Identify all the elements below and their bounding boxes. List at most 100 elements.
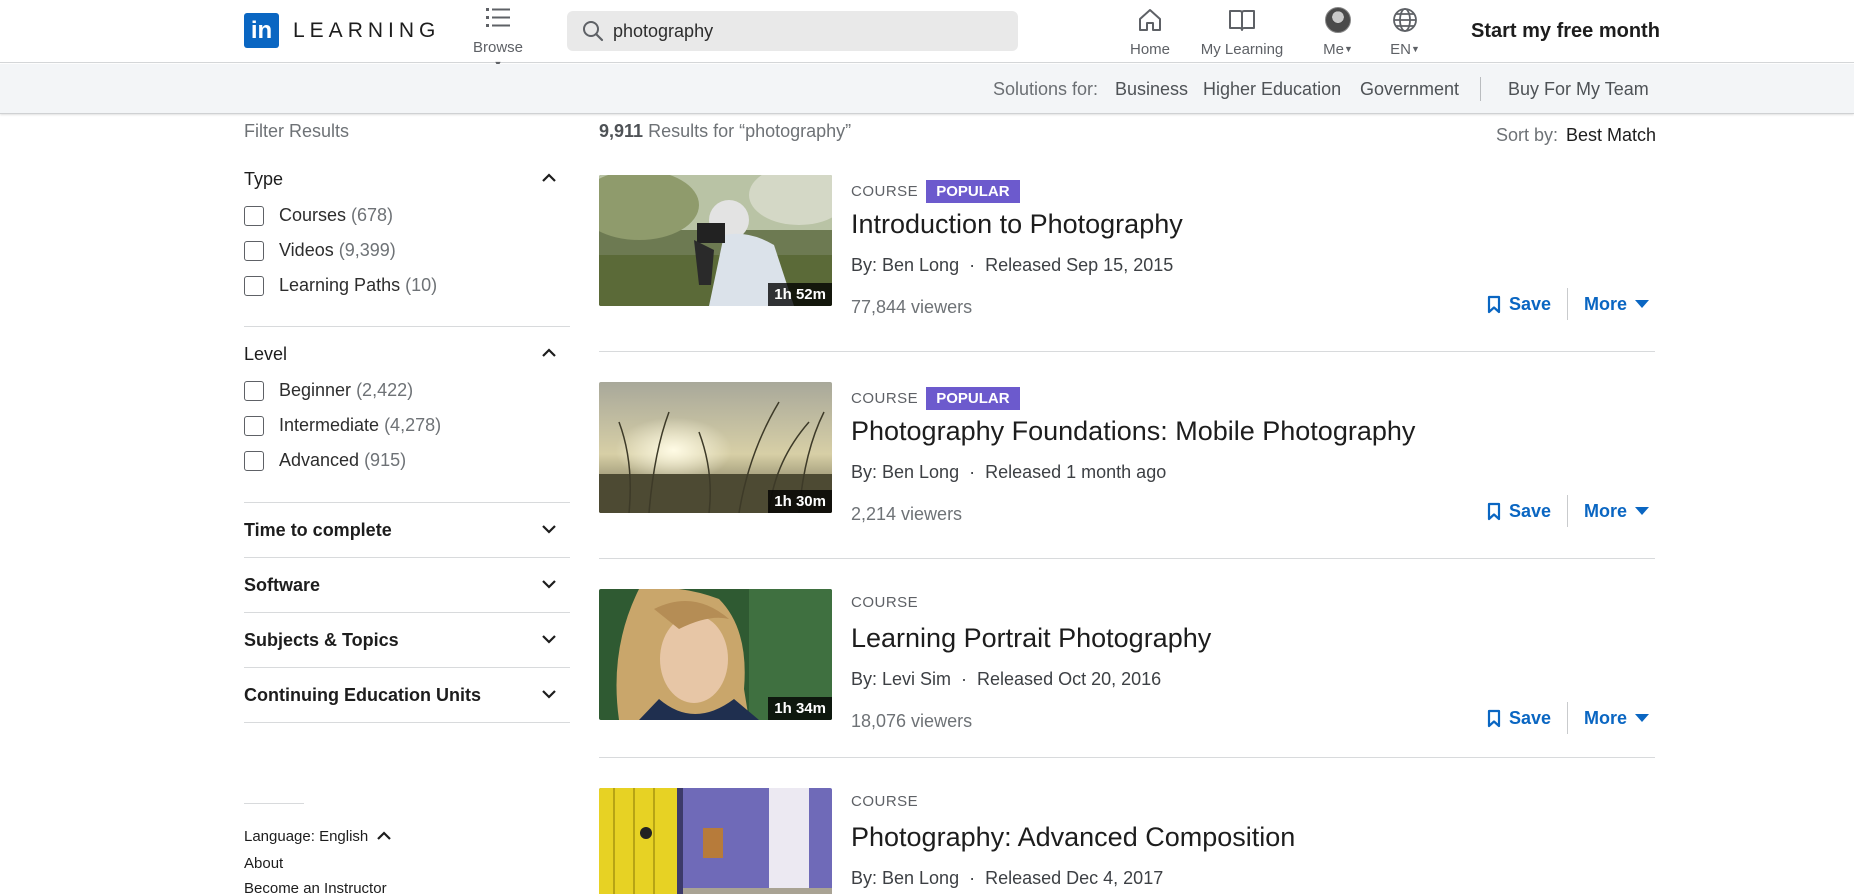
filter-level-header[interactable]: Level bbox=[244, 344, 570, 365]
filter-option-advanced[interactable]: Advanced (915) bbox=[244, 450, 406, 471]
filter-subjects-topics-header[interactable]: Subjects & Topics bbox=[244, 630, 570, 651]
filter-option-label: Courses bbox=[279, 205, 347, 225]
course-title-link[interactable]: Learning Portrait Photography bbox=[851, 623, 1211, 654]
thumbnail-image bbox=[599, 788, 832, 894]
linkedin-logo-icon: in bbox=[244, 13, 279, 48]
course-thumbnail[interactable] bbox=[599, 788, 832, 894]
duration-badge: 1h 30m bbox=[768, 490, 832, 513]
filter-option-videos[interactable]: Videos (9,399) bbox=[244, 240, 396, 261]
nav-my-learning-label: My Learning bbox=[1200, 41, 1284, 58]
filter-option-beginner[interactable]: Beginner (2,422) bbox=[244, 380, 413, 401]
duration-badge: 1h 34m bbox=[768, 697, 832, 720]
checkbox[interactable] bbox=[244, 275, 264, 296]
course-byline: By: Ben Long · Released Sep 15, 2015 bbox=[851, 255, 1174, 275]
browse-button[interactable]: Browse ▼ bbox=[468, 6, 528, 73]
solutions-higher-education-link[interactable]: Higher Education bbox=[1203, 79, 1341, 100]
about-link[interactable]: About bbox=[244, 855, 283, 872]
more-button[interactable]: More bbox=[1568, 294, 1649, 315]
course-thumbnail[interactable]: 1h 52m bbox=[599, 175, 832, 306]
course-viewers: 77,844 viewers bbox=[851, 297, 973, 317]
filter-option-learning-paths[interactable]: Learning Paths (10) bbox=[244, 275, 437, 296]
chevron-down-icon bbox=[542, 690, 556, 699]
content-type-label: COURSE bbox=[851, 793, 919, 811]
course-author: By: Ben Long bbox=[851, 868, 960, 888]
content-type-label: COURSE bbox=[851, 183, 919, 200]
course-title-link[interactable]: Photography Foundations: Mobile Photogra… bbox=[851, 416, 1415, 447]
course-byline: By: Levi Sim · Released Oct 20, 2016 bbox=[851, 669, 1162, 689]
divider bbox=[244, 557, 570, 558]
filter-software-header[interactable]: Software bbox=[244, 575, 570, 596]
more-button[interactable]: More bbox=[1568, 501, 1649, 522]
duration-badge: 1h 52m bbox=[768, 283, 832, 306]
bookmark-icon bbox=[1487, 709, 1501, 727]
more-label: More bbox=[1583, 293, 1627, 314]
checkbox[interactable] bbox=[244, 450, 264, 471]
course-viewers: 18,076 viewers bbox=[851, 711, 973, 731]
course-thumbnail[interactable]: 1h 34m bbox=[599, 589, 832, 720]
bookmark-icon bbox=[1487, 295, 1501, 313]
checkbox[interactable] bbox=[244, 380, 264, 401]
divider bbox=[244, 722, 570, 723]
become-instructor-link[interactable]: Become an Instructor bbox=[244, 880, 387, 894]
results-suffix: Results for “photography” bbox=[648, 121, 852, 141]
course-meta: COURSE POPULAR bbox=[851, 387, 1020, 410]
checkbox[interactable] bbox=[244, 240, 264, 261]
nav-home[interactable]: Home bbox=[1120, 4, 1180, 58]
checkbox[interactable] bbox=[244, 205, 264, 226]
result-card: 1h 30m COURSE POPULAR Photography Foundat… bbox=[599, 382, 1655, 558]
language-selector[interactable]: Language: English bbox=[244, 828, 392, 845]
chevron-down-icon bbox=[542, 580, 556, 589]
save-label: Save bbox=[1508, 500, 1551, 521]
filter-level-heading: Level bbox=[244, 344, 288, 364]
filter-heading: Continuing Education Units bbox=[244, 685, 481, 705]
nav-me[interactable]: Me▼ bbox=[1310, 4, 1366, 58]
filter-type-header[interactable]: Type bbox=[244, 169, 570, 190]
solutions-business-link[interactable]: Business bbox=[1115, 79, 1188, 100]
globe-icon bbox=[1393, 8, 1417, 32]
course-meta: COURSE bbox=[851, 793, 918, 811]
start-free-month-button[interactable]: Start my free month bbox=[1471, 20, 1660, 43]
filter-time-to-complete-header[interactable]: Time to complete bbox=[244, 520, 570, 541]
sort-by-value: Best Match bbox=[1566, 125, 1657, 145]
save-label: Save bbox=[1508, 707, 1551, 728]
caret-down-icon: ▼ bbox=[1410, 44, 1420, 54]
course-thumbnail[interactable]: 1h 30m bbox=[599, 382, 832, 513]
linkedin-learning-logo[interactable]: in LEARNING bbox=[244, 13, 440, 48]
search-bar[interactable] bbox=[567, 11, 1018, 51]
divider bbox=[1480, 77, 1481, 101]
more-label: More bbox=[1583, 500, 1627, 521]
search-input[interactable] bbox=[613, 20, 993, 42]
nav-language[interactable]: EN▼ bbox=[1380, 4, 1430, 58]
nav-language-label: EN bbox=[1390, 41, 1411, 58]
course-release-date: Released Dec 4, 2017 bbox=[985, 868, 1164, 888]
filter-option-label: Intermediate bbox=[279, 415, 380, 435]
solutions-bar: Solutions for: Business Higher Education… bbox=[0, 64, 1854, 114]
course-title-link[interactable]: Photography: Advanced Composition bbox=[851, 822, 1295, 853]
save-button[interactable]: Save bbox=[1487, 708, 1567, 729]
filter-heading: Software bbox=[244, 575, 321, 595]
language-label: Language: English bbox=[244, 828, 369, 845]
filter-option-count: (915) bbox=[364, 450, 407, 470]
card-actions: Save More bbox=[1487, 494, 1649, 528]
filter-heading: Time to complete bbox=[244, 520, 392, 540]
content-type-label: COURSE bbox=[851, 390, 919, 407]
more-button[interactable]: More bbox=[1568, 708, 1649, 729]
save-button[interactable]: Save bbox=[1487, 501, 1567, 522]
nav-my-learning[interactable]: My Learning bbox=[1198, 4, 1286, 58]
sort-by-control[interactable]: Sort by: Best Match bbox=[1496, 125, 1656, 146]
save-button[interactable]: Save bbox=[1487, 294, 1567, 315]
caret-down-icon bbox=[1635, 507, 1649, 515]
result-card: 1h 52m COURSE POPULAR Introduction to Pho… bbox=[599, 175, 1655, 351]
solutions-government-link[interactable]: Government bbox=[1360, 79, 1459, 100]
filter-option-intermediate[interactable]: Intermediate (4,278) bbox=[244, 415, 441, 436]
course-title-link[interactable]: Introduction to Photography bbox=[851, 209, 1183, 240]
buy-for-my-team-link[interactable]: Buy For My Team bbox=[1508, 79, 1649, 100]
filter-ceu-header[interactable]: Continuing Education Units bbox=[244, 685, 570, 706]
logo-text: LEARNING bbox=[293, 18, 441, 42]
top-header: in LEARNING Browse ▼ Home bbox=[0, 0, 1854, 69]
filter-option-courses[interactable]: Courses (678) bbox=[244, 205, 393, 226]
sort-by-label: Sort by: bbox=[1496, 125, 1559, 145]
divider bbox=[244, 667, 570, 668]
course-author: By: Levi Sim bbox=[851, 669, 952, 689]
checkbox[interactable] bbox=[244, 415, 264, 436]
